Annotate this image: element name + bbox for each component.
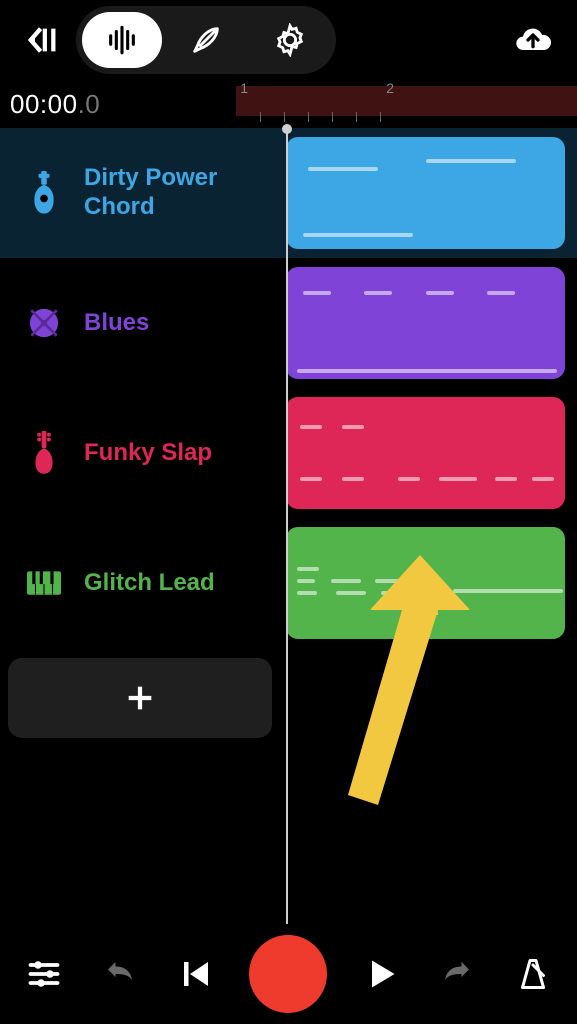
ruler-label-1: 1 [240, 80, 248, 96]
clip-waveform [286, 527, 565, 639]
drum-icon [26, 300, 62, 346]
timeline-ruler[interactable]: 1 2 [236, 80, 577, 128]
track-name-label: Dirty Power Chord [84, 164, 254, 222]
redo-button[interactable] [435, 952, 479, 996]
track-name-label: Glitch Lead [84, 569, 215, 598]
track-row[interactable]: Glitch Lead [0, 518, 577, 648]
track-header[interactable]: Funky Slap [0, 430, 286, 476]
track-row[interactable]: Funky Slap [0, 388, 577, 518]
playhead[interactable] [286, 128, 288, 924]
upload-button[interactable] [511, 18, 555, 62]
timecode-fraction: .0 [78, 89, 101, 119]
record-button[interactable] [249, 935, 327, 1013]
add-track-button[interactable] [8, 658, 272, 738]
timecode-display: 00:00.0 [10, 89, 100, 120]
track-row[interactable]: Dirty Power Chord [0, 128, 577, 258]
track-clip[interactable] [286, 527, 565, 639]
top-bar [0, 0, 577, 80]
redo-icon [439, 956, 475, 992]
mixer-button[interactable] [22, 952, 66, 996]
waveform-icon [105, 23, 139, 57]
mode-switcher [76, 6, 336, 74]
metronome-button[interactable] [511, 952, 555, 996]
keys-icon [26, 560, 62, 606]
bass-icon [26, 430, 62, 476]
cloud-upload-icon [513, 20, 553, 60]
back-icon [25, 23, 59, 57]
undo-button[interactable] [98, 952, 142, 996]
metronome-icon [515, 956, 551, 992]
time-bar: 00:00.0 1 2 [0, 80, 577, 128]
undo-icon [102, 956, 138, 992]
settings-mode-tab[interactable] [250, 12, 330, 68]
timecode-main: 00:00 [10, 89, 78, 119]
track-header[interactable]: Dirty Power Chord [0, 164, 286, 222]
ruler-region [236, 86, 577, 116]
rewind-button[interactable] [174, 952, 218, 996]
play-icon [363, 956, 399, 992]
track-list: Dirty Power Chord Blues [0, 128, 577, 738]
feather-icon [189, 23, 223, 57]
plus-icon [123, 681, 157, 715]
sliders-icon [26, 956, 62, 992]
track-clip[interactable] [286, 137, 565, 249]
skip-back-icon [178, 956, 214, 992]
track-row[interactable]: Blues [0, 258, 577, 388]
track-header[interactable]: Blues [0, 300, 286, 346]
track-name-label: Funky Slap [84, 439, 212, 468]
clip-waveform [286, 137, 565, 249]
ruler-label-2: 2 [386, 80, 394, 96]
play-button[interactable] [359, 952, 403, 996]
track-name-label: Blues [84, 309, 149, 338]
track-header[interactable]: Glitch Lead [0, 560, 286, 606]
tracks-mode-tab[interactable] [82, 12, 162, 68]
guitar-icon [26, 170, 62, 216]
lyrics-mode-tab[interactable] [166, 12, 246, 68]
gear-icon [273, 23, 307, 57]
transport-bar [0, 924, 577, 1024]
back-button[interactable] [22, 20, 62, 60]
clip-waveform [286, 267, 565, 379]
clip-waveform [286, 397, 565, 509]
track-clip[interactable] [286, 267, 565, 379]
track-clip[interactable] [286, 397, 565, 509]
